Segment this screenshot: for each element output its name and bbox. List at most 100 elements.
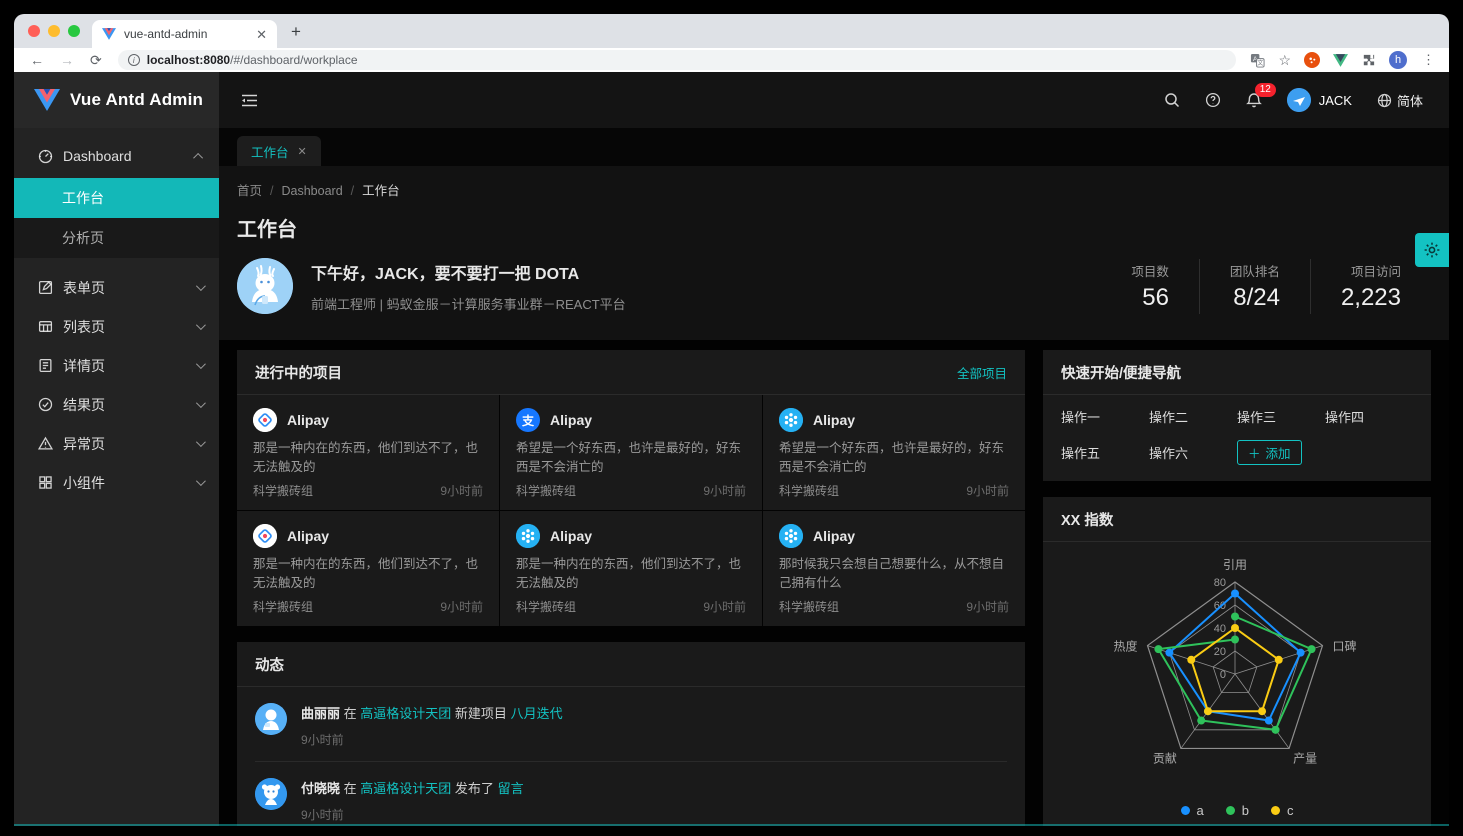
quicknav-card: 快速开始/便捷导航 操作一 操作二 操作三 操作四 操作五 操作六 ＋添加 <box>1043 350 1431 481</box>
activity-team-link[interactable]: 高逼格设计天团 <box>360 706 451 721</box>
breadcrumb-dashboard[interactable]: Dashboard <box>282 184 343 198</box>
sidebar-item-dashboard[interactable]: Dashboard <box>14 134 219 178</box>
browser-profile-avatar[interactable]: h <box>1389 51 1407 69</box>
minimize-window-button[interactable] <box>48 25 60 37</box>
legend-item-b[interactable]: b <box>1226 803 1249 818</box>
activity-action: 新建项目 <box>455 706 507 721</box>
check-circle-icon <box>38 397 53 412</box>
theme-settings-button[interactable] <box>1415 233 1449 267</box>
quicknav-link[interactable]: 操作六 <box>1149 443 1237 462</box>
extensions-puzzle-icon[interactable] <box>1361 53 1376 68</box>
page-header: 首页/Dashboard/工作台 工作台 <box>219 166 1449 340</box>
page-tab-workplace[interactable]: 工作台 ✕ <box>237 136 321 166</box>
welcome-stats: 项目数 56 团队排名 8/24 项目访问 2,223 <box>1101 259 1431 314</box>
project-title[interactable]: Alipay <box>813 528 855 544</box>
project-group[interactable]: 科学搬砖组 <box>516 482 703 499</box>
breadcrumb-current: 工作台 <box>362 184 400 198</box>
site-info-icon[interactable]: i <box>128 54 140 66</box>
all-projects-link[interactable]: 全部项目 <box>957 363 1007 382</box>
new-tab-button[interactable]: + <box>277 22 317 48</box>
project-title[interactable]: Alipay <box>813 412 855 428</box>
radar-chart: 引用口碑产量贡献热度806040200 <box>1043 542 1426 792</box>
project-group[interactable]: 科学搬砖组 <box>779 482 966 499</box>
window-controls[interactable] <box>14 14 92 48</box>
sidebar-item-exception[interactable]: 异常页 <box>14 424 219 463</box>
activity-conn: 在 <box>344 781 357 796</box>
sidebar-item-workplace[interactable]: 工作台 <box>14 178 219 218</box>
project-card[interactable]: Alipay希望是一个好东西，也许是最好的，好东西是不会消亡的科学搬砖组9小时前 <box>763 395 1025 510</box>
project-title[interactable]: Alipay <box>287 528 329 544</box>
sidebar: Vue Antd Admin Dashboard 工作台 分析页 <box>14 72 219 826</box>
project-group[interactable]: 科学搬砖组 <box>253 482 440 499</box>
language-switch[interactable]: 简体 <box>1377 91 1423 110</box>
legend-item-a[interactable]: a <box>1181 803 1204 818</box>
welcome-greeting: 下午好，JACK，要不要打一把 DOTA <box>311 260 626 284</box>
project-card[interactable]: Alipay那是一种内在的东西，他们到达不了，也无法触及的科学搬砖组9小时前 <box>237 395 499 510</box>
breadcrumb-home[interactable]: 首页 <box>237 184 262 198</box>
antv-icon <box>779 408 803 432</box>
welcome-role: 前端工程师 | 蚂蚁金服－计算服务事业群－REACT平台 <box>311 294 626 313</box>
sidebar-item-label: 结果页 <box>63 395 186 415</box>
welcome-info: 下午好，JACK，要不要打一把 DOTA 前端工程师 | 蚂蚁金服－计算服务事业… <box>311 260 626 313</box>
project-group[interactable]: 科学搬砖组 <box>516 598 703 615</box>
activity-list: 曲丽丽 在 高逼格设计天团 新建项目 八月迭代 9小时前 <box>237 687 1025 826</box>
sidebar-item-result[interactable]: 结果页 <box>14 385 219 424</box>
tab-close-icon[interactable]: ✕ <box>256 28 267 41</box>
project-time: 9小时前 <box>440 482 483 499</box>
activity-target-link[interactable]: 八月迭代 <box>511 706 563 721</box>
translate-icon[interactable]: A 文 <box>1250 53 1265 68</box>
add-shortcut-button[interactable]: ＋添加 <box>1237 440 1302 465</box>
help-icon[interactable] <box>1205 92 1221 108</box>
project-title[interactable]: Alipay <box>287 412 329 428</box>
address-bar[interactable]: i localhost:8080/#/dashboard/workplace <box>118 50 1237 70</box>
project-card[interactable]: Alipay那是一种内在的东西，他们到达不了，也无法触及的科学搬砖组9小时前 <box>237 511 499 626</box>
sidebar-item-form[interactable]: 表单页 <box>14 268 219 307</box>
quicknav-link[interactable]: 操作五 <box>1061 443 1149 462</box>
sidebar-item-list[interactable]: 列表页 <box>14 307 219 346</box>
extension-icon-orange[interactable] <box>1304 52 1320 68</box>
project-group[interactable]: 科学搬砖组 <box>253 598 440 615</box>
page-tab-close-icon[interactable]: ✕ <box>298 145 307 158</box>
project-card[interactable]: Alipay那是一种内在的东西，他们到达不了，也无法触及的科学搬砖组9小时前 <box>500 511 762 626</box>
project-title[interactable]: Alipay <box>550 412 592 428</box>
breadcrumb: 首页/Dashboard/工作台 <box>237 180 1431 199</box>
quicknav-link[interactable]: 操作二 <box>1149 407 1237 426</box>
quicknav-link[interactable]: 操作一 <box>1061 407 1149 426</box>
quicknav-link[interactable]: 操作四 <box>1325 407 1413 426</box>
search-icon[interactable] <box>1164 92 1180 108</box>
left-column: 进行中的项目 全部项目 Alipay那是一种内在的东西，他们到达不了，也无法触及… <box>237 350 1025 826</box>
quicknav-link[interactable]: 操作三 <box>1237 407 1325 426</box>
activity-target-link[interactable]: 留言 <box>498 781 524 796</box>
bookmark-star-icon[interactable]: ☆ <box>1278 52 1291 69</box>
sidebar-item-analysis[interactable]: 分析页 <box>14 218 219 258</box>
app-logo[interactable]: Vue Antd Admin <box>14 72 219 128</box>
browser-menu-icon[interactable]: ⋮ <box>1420 52 1435 68</box>
project-card[interactable]: Alipay那时候我只会想自己想要什么，从不想自己拥有什么科学搬砖组9小时前 <box>763 511 1025 626</box>
sidebar-item-label: 详情页 <box>63 356 186 376</box>
forward-icon[interactable]: → <box>52 52 82 68</box>
project-title[interactable]: Alipay <box>550 528 592 544</box>
activity-user[interactable]: 付晓晓 <box>301 781 340 796</box>
zoom-window-button[interactable] <box>68 25 80 37</box>
notifications[interactable]: 12 <box>1246 92 1262 109</box>
browser-tab[interactable]: vue-antd-admin ✕ <box>92 20 277 48</box>
legend-item-c[interactable]: c <box>1271 803 1294 818</box>
project-group[interactable]: 科学搬砖组 <box>779 598 966 615</box>
activity-avatar <box>255 778 287 810</box>
activity-user[interactable]: 曲丽丽 <box>301 706 340 721</box>
chevron-down-icon <box>196 398 206 408</box>
reload-icon[interactable]: ⟳ <box>82 52 110 69</box>
project-card[interactable]: 支Alipay希望是一个好东西，也许是最好的，好东西是不会消亡的科学搬砖组9小时… <box>500 395 762 510</box>
user-menu[interactable]: JACK <box>1287 88 1352 112</box>
back-icon[interactable]: ← <box>22 52 52 68</box>
sidebar-item-widgets[interactable]: 小组件 <box>14 463 219 502</box>
activity-team-link[interactable]: 高逼格设计天团 <box>360 781 451 796</box>
close-window-button[interactable] <box>28 25 40 37</box>
url-text: localhost:8080/#/dashboard/workplace <box>147 53 358 67</box>
sidebar-item-profile[interactable]: 详情页 <box>14 346 219 385</box>
user-avatar <box>1287 88 1311 112</box>
vue-devtools-icon[interactable] <box>1333 54 1348 67</box>
stat-value: 8/24 <box>1230 284 1280 312</box>
menu-fold-icon[interactable] <box>219 93 280 108</box>
activity-conn: 在 <box>344 706 357 721</box>
